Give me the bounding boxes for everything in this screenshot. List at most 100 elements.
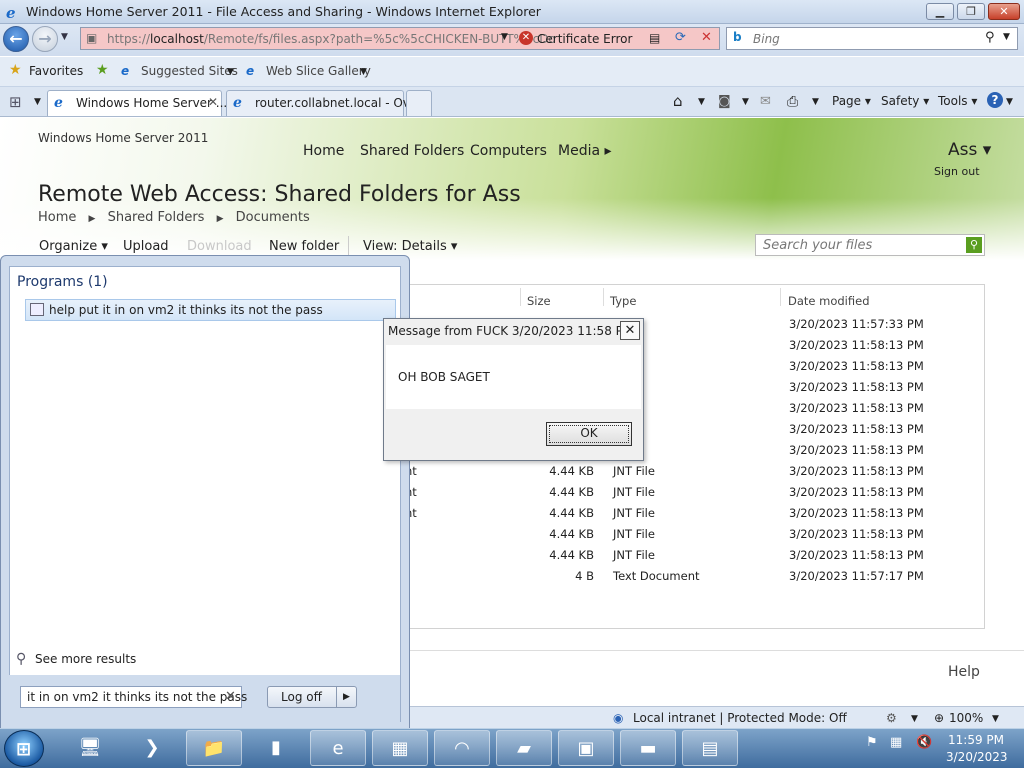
- clock-time: 11:59 PM: [948, 733, 1004, 747]
- performance-icon[interactable]: ◠: [434, 730, 490, 766]
- file-modified-cell: 3/20/2023 11:58:13 PM: [789, 380, 924, 394]
- safety-menu[interactable]: Safety ▾: [881, 94, 929, 108]
- bing-search-box[interactable]: b Bing ⚲ ▼: [726, 27, 1018, 50]
- search-icon[interactable]: ⚲: [966, 237, 982, 253]
- favorites-button[interactable]: Favorites: [29, 64, 83, 78]
- stop-icon[interactable]: ✕: [701, 30, 712, 45]
- internet-explorer-icon[interactable]: e: [310, 730, 366, 766]
- powershell-icon[interactable]: ❯: [124, 730, 180, 766]
- refresh-icon[interactable]: ⟳: [675, 30, 686, 45]
- notepad-icon[interactable]: ▰: [496, 730, 552, 766]
- volume-muted-icon[interactable]: 🔇: [916, 735, 932, 750]
- maximize-button[interactable]: ❐: [957, 3, 985, 20]
- address-dropdown-icon[interactable]: ▼: [501, 32, 508, 42]
- start-search-input[interactable]: it in on vm2 it thinks its not the pass …: [20, 686, 247, 708]
- see-more-results-link[interactable]: See more results: [35, 652, 136, 666]
- start-search-value: it in on vm2 it thinks its not the pass: [27, 690, 248, 704]
- view-menu[interactable]: View: Details ▾: [363, 239, 457, 254]
- log-off-button[interactable]: Log off ▶: [267, 686, 357, 708]
- program-result-item[interactable]: help put it in on vm2 it thinks its not …: [25, 299, 396, 321]
- file-modified-cell: 3/20/2023 11:57:17 PM: [789, 569, 924, 583]
- column-date-modified[interactable]: Date modified: [788, 294, 870, 308]
- upload-button[interactable]: Upload: [123, 239, 169, 254]
- print-dropdown-icon[interactable]: ▼: [812, 97, 819, 107]
- explorer-icon[interactable]: 📁: [186, 730, 242, 766]
- nav-media[interactable]: Media ▸: [558, 143, 612, 159]
- close-window-button[interactable]: ✕: [988, 3, 1020, 20]
- window-app-icon[interactable]: ▤: [682, 730, 738, 766]
- certificate-error-icon[interactable]: ✕: [519, 31, 533, 45]
- command-prompt-icon[interactable]: ▬: [620, 730, 676, 766]
- network-icon[interactable]: ▦: [372, 730, 428, 766]
- recent-pages-dropdown[interactable]: ▼: [61, 32, 68, 42]
- ok-button[interactable]: OK: [546, 422, 632, 446]
- zone-settings-icon[interactable]: ⚙: [886, 711, 897, 725]
- file-size-cell: 4 B: [575, 569, 594, 583]
- network-tray-icon[interactable]: ▦: [890, 735, 902, 750]
- column-type[interactable]: Type: [610, 294, 636, 308]
- server-manager-icon[interactable]: 🖥: [62, 730, 118, 766]
- file-search-box[interactable]: Search your files ⚲: [755, 234, 985, 256]
- bing-icon: b: [733, 30, 742, 44]
- address-bar[interactable]: ▣ https://localhost/Remote/fs/files.aspx…: [80, 27, 720, 50]
- feeds-dropdown-icon[interactable]: ▼: [742, 97, 749, 107]
- feeds-icon[interactable]: ◙: [718, 94, 731, 109]
- column-size[interactable]: Size: [527, 294, 551, 308]
- zone-dropdown-icon[interactable]: ▼: [911, 714, 918, 724]
- download-button[interactable]: Download: [187, 239, 252, 254]
- quick-tabs-icon[interactable]: ⊞: [9, 93, 22, 111]
- web-slice-gallery-link[interactable]: Web Slice Gallery: [266, 64, 371, 78]
- clear-search-icon[interactable]: ✕: [225, 689, 236, 704]
- user-menu[interactable]: Ass ▾: [948, 140, 991, 160]
- bing-search-placeholder: Bing: [753, 32, 780, 46]
- certificate-error-label[interactable]: Certificate Error: [537, 32, 632, 46]
- organize-menu[interactable]: Organize ▾: [39, 239, 108, 254]
- new-tab-button[interactable]: [406, 90, 432, 116]
- nav-computers[interactable]: Computers: [470, 143, 547, 159]
- file-size-cell: 4.44 KB: [549, 506, 594, 520]
- shutdown-options-arrow-icon[interactable]: ▶: [336, 687, 356, 707]
- breadcrumb-documents[interactable]: Documents: [236, 210, 310, 225]
- security-zone[interactable]: Local intranet | Protected Mode: Off: [633, 711, 847, 725]
- start-button[interactable]: ⊞: [4, 730, 44, 767]
- breadcrumb-shared-folders[interactable]: Shared Folders: [108, 210, 205, 225]
- page-menu[interactable]: Page ▾: [832, 94, 871, 108]
- search-dropdown-icon[interactable]: ▼: [1003, 32, 1010, 42]
- web-slice-dropdown-icon[interactable]: ▼: [360, 67, 367, 77]
- zoom-level[interactable]: 100%: [949, 711, 983, 725]
- print-icon[interactable]: ⎙: [787, 94, 798, 110]
- read-mail-icon[interactable]: ✉: [760, 94, 771, 109]
- help-link[interactable]: Help: [948, 664, 980, 680]
- help-dropdown-icon[interactable]: ▼: [1006, 97, 1013, 107]
- close-tab-icon[interactable]: ✕: [208, 95, 218, 109]
- search-icon[interactable]: ⚲: [985, 30, 995, 45]
- suggested-sites-link[interactable]: Suggested Sites: [141, 64, 238, 78]
- nav-shared-folders[interactable]: Shared Folders: [360, 143, 464, 159]
- file-size-cell: 4.44 KB: [549, 464, 594, 478]
- toolbox-icon[interactable]: ▣: [558, 730, 614, 766]
- minimize-button[interactable]: ▁: [926, 3, 954, 20]
- tab-list-dropdown-icon[interactable]: ▼: [34, 97, 41, 107]
- nav-home[interactable]: Home: [303, 143, 344, 159]
- help-icon[interactable]: ?: [987, 92, 1003, 108]
- tab-whs[interactable]: e Windows Home Server ... ✕: [47, 90, 227, 116]
- tools-menu[interactable]: Tools ▾: [938, 94, 977, 108]
- suggested-sites-dropdown-icon[interactable]: ▼: [227, 67, 234, 77]
- compat-view-icon[interactable]: ▤: [649, 31, 660, 45]
- home-icon[interactable]: ⌂: [673, 92, 683, 110]
- zoom-dropdown-icon[interactable]: ▼: [992, 714, 999, 724]
- forward-button[interactable]: →: [32, 26, 58, 52]
- tab-router[interactable]: e router.collabnet.local - Ov...: [226, 90, 420, 116]
- dialog-close-button[interactable]: ✕: [620, 321, 640, 340]
- usb-drive-icon[interactable]: ▮: [248, 730, 304, 766]
- new-folder-button[interactable]: New folder: [269, 239, 339, 254]
- program-icon: [30, 303, 44, 316]
- system-clock[interactable]: 11:59 PM 3/20/2023: [946, 732, 1008, 766]
- breadcrumb-home[interactable]: Home: [38, 210, 76, 225]
- action-center-icon[interactable]: ⚑: [866, 735, 878, 750]
- file-type-cell: JNT File: [613, 464, 655, 478]
- sign-out-link[interactable]: Sign out: [934, 165, 980, 178]
- add-favorite-icon[interactable]: ★: [96, 62, 109, 78]
- home-dropdown-icon[interactable]: ▼: [698, 97, 705, 107]
- back-button[interactable]: ←: [3, 26, 29, 52]
